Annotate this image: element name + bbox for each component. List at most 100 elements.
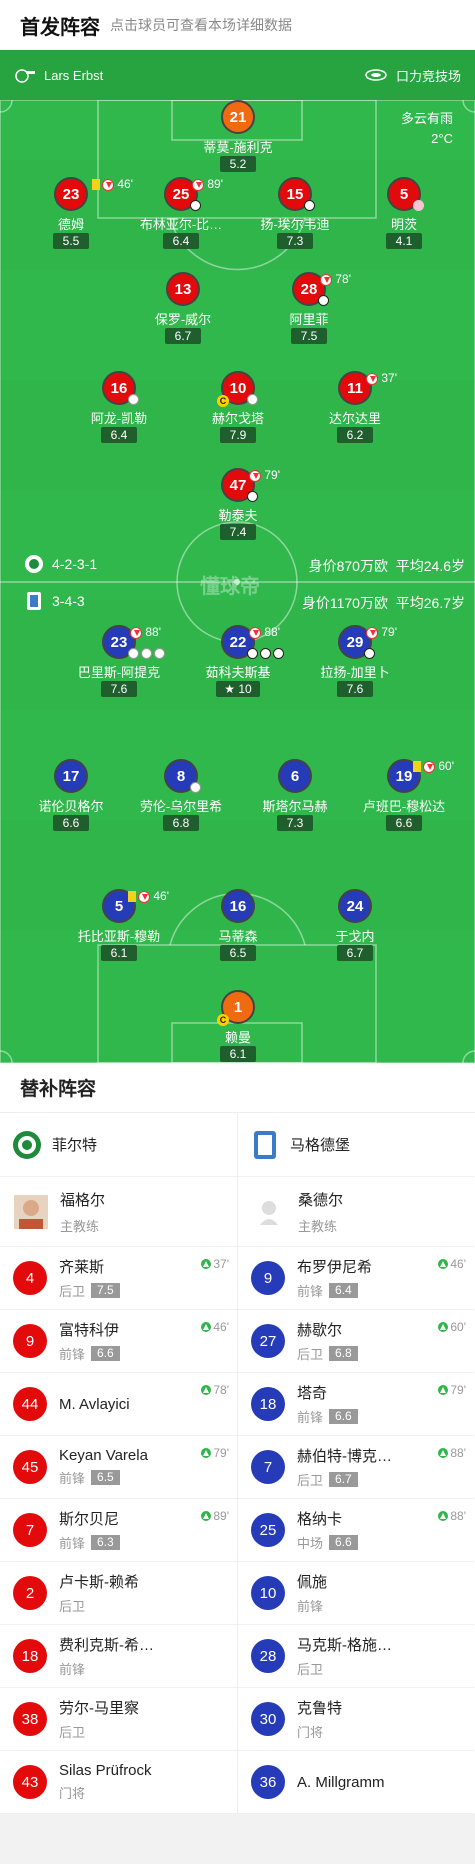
away-player[interactable]: 8 劳伦-乌尔里希 6.8 bbox=[126, 759, 236, 839]
sub-out-icon bbox=[366, 372, 378, 385]
sub-player-row[interactable]: 44 M. Avlayici 78' bbox=[0, 1373, 237, 1436]
sub-player-row[interactable]: 9 布罗伊尼希 前锋 6.4 46' bbox=[238, 1247, 474, 1310]
away-player[interactable]: 22 88' 茹科夫斯基 ★ 10 bbox=[183, 625, 293, 705]
player-events: 60' bbox=[413, 759, 454, 773]
sub-number: 43 bbox=[13, 1765, 47, 1799]
stadium-icon bbox=[365, 69, 387, 81]
sub-number: 7 bbox=[251, 1450, 285, 1484]
sub-name: 佩施 bbox=[297, 1574, 328, 1591]
goal-ball-icon bbox=[318, 295, 329, 306]
goal-ball-icon bbox=[273, 648, 284, 659]
sub-rating: 6.4 bbox=[329, 1283, 358, 1298]
away-player[interactable]: 29 79' 拉扬-加里卜 7.6 bbox=[300, 625, 410, 705]
home-player[interactable]: 47 79' 勒泰夫 7.4 bbox=[183, 468, 293, 548]
home-player[interactable]: 23 46' 德姆 5.5 bbox=[16, 177, 133, 257]
sub-name: 劳尔-马里察 bbox=[59, 1700, 139, 1717]
home-player[interactable]: 10 C 赫尔戈塔 7.9 bbox=[183, 371, 293, 451]
watermark: 懂球帝 bbox=[200, 576, 260, 598]
sub-number: 27 bbox=[251, 1324, 285, 1358]
substitutes-title: 替补阵容 bbox=[0, 1063, 475, 1113]
away-player[interactable]: 19 60' 卢班巴-穆松达 6.6 bbox=[349, 759, 459, 839]
sub-position: 后卫 bbox=[59, 1599, 86, 1614]
home-player[interactable]: 11 37' 达尔达里 6.2 bbox=[300, 371, 410, 451]
yellow-card-icon bbox=[413, 761, 421, 773]
home-team-logo-icon bbox=[25, 555, 43, 573]
away-player[interactable]: 24 于戈内 6.7 bbox=[300, 889, 410, 969]
avatar bbox=[260, 1200, 278, 1225]
sub-number: 30 bbox=[251, 1702, 285, 1736]
sub-player-row[interactable]: 18 费利克斯-希… 前锋 bbox=[0, 1625, 237, 1688]
sub-number: 18 bbox=[13, 1639, 47, 1673]
sub-rating: 6.8 bbox=[329, 1346, 358, 1361]
sub-number: 25 bbox=[251, 1513, 285, 1547]
sub-player-row[interactable]: 10 佩施 前锋 bbox=[238, 1562, 474, 1625]
sub-number: 18 bbox=[251, 1387, 285, 1421]
sub-in-icon bbox=[438, 1259, 449, 1269]
sub-player-row[interactable]: 18 塔奇 前锋 6.6 79' bbox=[238, 1373, 474, 1436]
sub-in-time: 60' bbox=[438, 1320, 466, 1334]
home-player[interactable]: 28 78' 阿里菲 7.5 bbox=[254, 272, 364, 352]
sub-in-time: 78' bbox=[201, 1383, 229, 1397]
home-player[interactable]: 16 阿龙-凯勒 6.4 bbox=[64, 371, 174, 451]
sub-position: 前锋 6.3 bbox=[59, 1533, 120, 1552]
home-player[interactable]: 13 保罗-威尔 6.7 bbox=[128, 272, 238, 352]
sub-player-row[interactable]: 7 赫伯特-博克… 后卫 6.7 88' bbox=[238, 1436, 474, 1499]
home-coach[interactable]: 福格尔 主教练 bbox=[0, 1177, 237, 1247]
sub-in-icon bbox=[438, 1448, 449, 1458]
sub-player-row[interactable]: 45 Keyan Varela 前锋 6.5 79' bbox=[0, 1436, 237, 1499]
captain-badge: C bbox=[217, 1014, 229, 1026]
sub-rating: 6.5 bbox=[91, 1470, 120, 1485]
away-coach[interactable]: 桑德尔 主教练 bbox=[238, 1177, 474, 1247]
away-player[interactable]: 23 88' 巴里斯-阿提克 7.6 bbox=[64, 625, 174, 705]
sub-out-icon bbox=[192, 178, 204, 191]
sub-number: 10 bbox=[251, 1576, 285, 1610]
sub-number: 9 bbox=[251, 1261, 285, 1295]
home-player-gk[interactable]: 21 蒂莫-施利克 5.2 bbox=[183, 100, 293, 180]
home-team-row[interactable]: 菲尔特 bbox=[0, 1113, 237, 1177]
player-events: 89' bbox=[192, 177, 223, 191]
away-player[interactable]: 16 马蒂森 6.5 bbox=[183, 889, 293, 969]
own-goal-icon bbox=[413, 200, 424, 211]
mvp-rating: ★ 10 bbox=[216, 681, 260, 697]
sub-name: 布罗伊尼希 bbox=[297, 1259, 373, 1276]
home-player[interactable]: 15 扬-埃尔韦迪 7.3 bbox=[240, 177, 350, 257]
away-player[interactable]: 5 46' 托比亚斯-穆勒 6.1 bbox=[64, 889, 174, 969]
sub-rating: 6.3 bbox=[91, 1535, 120, 1550]
sub-player-row[interactable]: 30 克鲁特 门将 bbox=[238, 1688, 474, 1751]
sub-player-row[interactable]: 43 Silas Prüfrock 门将 bbox=[0, 1751, 237, 1814]
sub-out-icon bbox=[249, 469, 261, 482]
sub-rating: 6.6 bbox=[91, 1346, 120, 1361]
sub-number: 7 bbox=[13, 1513, 47, 1547]
sub-player-row[interactable]: 2 卢卡斯-赖希 后卫 bbox=[0, 1562, 237, 1625]
whistle-icon bbox=[15, 69, 35, 83]
sub-out-icon bbox=[249, 626, 261, 639]
player-events: 88' bbox=[130, 625, 161, 639]
home-player[interactable]: 5 明茨 4.1 bbox=[349, 177, 459, 257]
sub-player-row[interactable]: 27 赫歇尔 后卫 6.8 60' bbox=[238, 1310, 474, 1373]
venue-name: 口力竞技场 bbox=[395, 68, 461, 84]
sub-in-icon bbox=[201, 1511, 212, 1521]
sub-player-row[interactable]: 7 斯尔贝尼 前锋 6.3 89' bbox=[0, 1499, 237, 1562]
away-player[interactable]: 17 诺伦贝格尔 6.6 bbox=[16, 759, 126, 839]
sub-name: M. Avlayici bbox=[59, 1395, 130, 1413]
away-player[interactable]: 6 斯塔尔马赫 7.3 bbox=[240, 759, 350, 839]
sub-player-row[interactable]: 28 马克斯-格施… 后卫 bbox=[238, 1625, 474, 1688]
sub-in-icon bbox=[438, 1511, 449, 1521]
sub-number: 9 bbox=[13, 1324, 47, 1358]
sub-player-row[interactable]: 4 齐莱斯 后卫 7.5 37' bbox=[0, 1247, 237, 1310]
avatar bbox=[14, 1194, 48, 1229]
sub-position: 后卫 6.7 bbox=[297, 1470, 392, 1489]
sub-player-row[interactable]: 38 劳尔-马里察 后卫 bbox=[0, 1688, 237, 1751]
sub-player-row[interactable]: 25 格纳卡 中场 6.6 88' bbox=[238, 1499, 474, 1562]
player-events: 79' bbox=[366, 625, 397, 639]
sub-rating: 7.5 bbox=[91, 1283, 120, 1298]
home-player[interactable]: 25 89' 布林亚尔-比… 6.4 bbox=[126, 177, 236, 257]
sub-in-time: 46' bbox=[201, 1320, 229, 1334]
goal-ball-icon bbox=[190, 200, 201, 211]
sub-in-time: 88' bbox=[438, 1446, 466, 1460]
sub-player-row[interactable]: 9 富特科伊 前锋 6.6 46' bbox=[0, 1310, 237, 1373]
sub-player-row[interactable]: 36 A. Millgramm bbox=[238, 1751, 474, 1814]
weather-text: 多云有雨 bbox=[400, 111, 453, 126]
away-player-gk[interactable]: 1 C 赖曼 6.1 bbox=[183, 990, 293, 1063]
away-team-row[interactable]: 马格德堡 bbox=[238, 1113, 474, 1177]
